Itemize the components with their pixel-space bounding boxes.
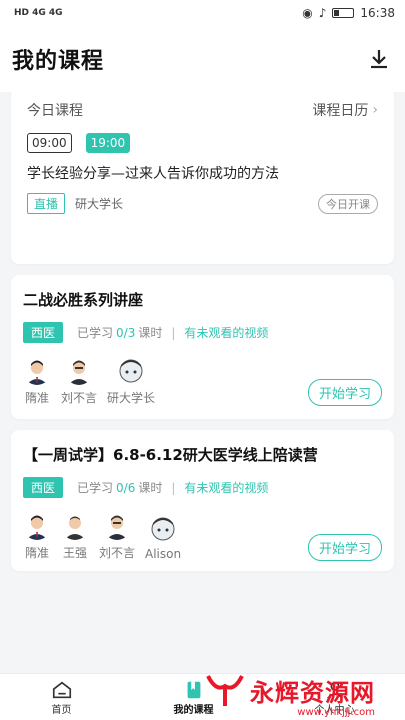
unwatched-notice: 有未观看的视频 [184, 326, 269, 340]
teacher: 刘不言 [61, 357, 97, 406]
teacher: 研大学长 [107, 357, 155, 406]
header: 我的课程 [0, 26, 405, 92]
teacher: 王强 [61, 512, 89, 561]
page-title: 我的课程 [12, 49, 105, 74]
start-learning-button[interactable]: 开始学习 [307, 534, 382, 561]
status-bar: HD 4G 4G ◉ ♪ 16:38 [0, 0, 405, 26]
chevron-right-icon: › [372, 102, 378, 118]
today-courses-card[interactable]: 今日课程 课程日历 › 09:00 19:00 学长经验分享—过来人告诉你成功的… [11, 88, 394, 264]
time-chip-active[interactable]: 19:00 [85, 133, 131, 153]
today-label: 今日课程 [27, 103, 83, 119]
tab-home[interactable]: 首页 [51, 679, 73, 716]
teacher: 隋准 [23, 512, 51, 561]
live-tag: 直播 [27, 193, 66, 214]
lesson-meta: 直播 研大学长 今日开课 [27, 193, 378, 214]
subject-tag: 西医 [23, 477, 64, 498]
avatar [103, 512, 131, 540]
avatar [23, 357, 51, 385]
avatar [117, 357, 146, 385]
avatar [23, 512, 51, 540]
subject-tag: 西医 [23, 322, 64, 343]
watermark-logo [206, 674, 244, 706]
watermark: 永辉资源网 [206, 673, 375, 708]
watermark-text: 永辉资源网 [250, 679, 375, 707]
lesson-title[interactable]: 学长经验分享—过来人告诉你成功的方法 [27, 163, 378, 183]
calendar-link[interactable]: 课程日历 › [312, 100, 378, 120]
avatar [61, 512, 89, 540]
unwatched-notice: 有未观看的视频 [184, 481, 269, 495]
start-learning-button[interactable]: 开始学习 [307, 379, 382, 406]
teacher: Alison [145, 515, 181, 561]
mute-icon: ♪ [318, 6, 327, 20]
clock: 16:38 [360, 6, 395, 20]
teacher: 刘不言 [99, 512, 135, 561]
home-icon [52, 681, 71, 698]
download-icon[interactable] [367, 47, 391, 71]
network-indicators: HD 4G 4G [14, 8, 63, 18]
teacher: 隋准 [23, 357, 51, 406]
watermark-url: www.yhkjjj.com [297, 707, 375, 718]
course-title: 二战必胜系列讲座 [23, 291, 144, 309]
avatar [149, 515, 178, 543]
book-icon [187, 681, 200, 698]
progress-count: 0/6 [116, 480, 136, 495]
time-row: 09:00 19:00 [27, 133, 378, 153]
time-chip[interactable]: 09:00 [27, 133, 72, 153]
course-card[interactable]: 【一周试学】6.8-6.12研大医学线上陪读营 西医 已学习 0/6 课时 | … [11, 430, 394, 571]
content: 今日课程 课程日历 › 09:00 19:00 学长经验分享—过来人告诉你成功的… [0, 88, 405, 571]
battery-icon [332, 8, 355, 18]
avatar [65, 357, 93, 385]
progress-count: 0/3 [116, 325, 136, 340]
status-badge: 今日开课 [318, 193, 378, 214]
lesson-teacher: 研大学长 [75, 197, 124, 211]
course-card[interactable]: 二战必胜系列讲座 西医 已学习 0/3 课时 | 有未观看的视频 隋准 刘不言 … [11, 275, 394, 419]
course-title: 【一周试学】6.8-6.12研大医学线上陪读营 [23, 446, 318, 464]
eye-icon: ◉ [302, 6, 313, 20]
